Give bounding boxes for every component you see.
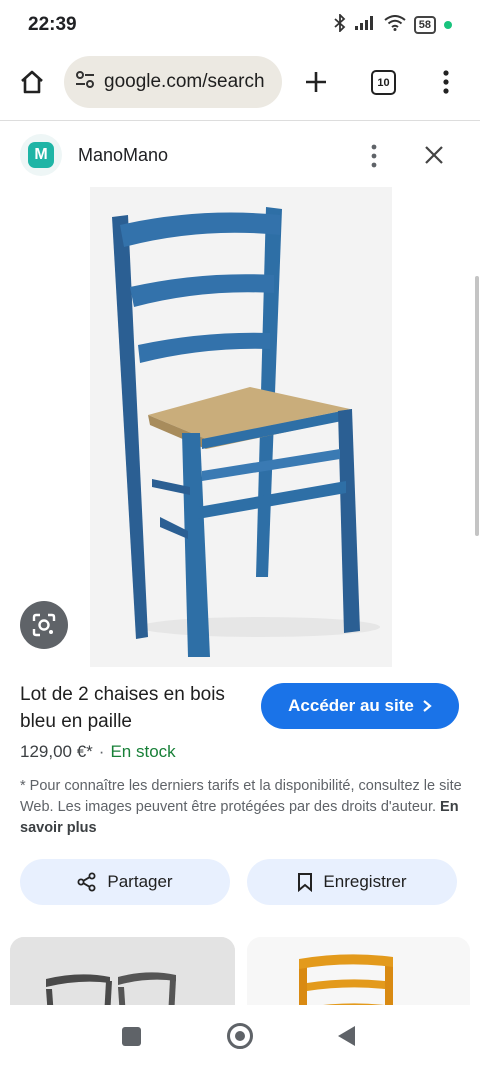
share-label: Partager [107, 872, 173, 891]
plus-icon [306, 72, 326, 92]
blue-chair-image [90, 187, 392, 667]
browser-menu-button[interactable] [432, 64, 460, 100]
share-button[interactable]: Partager [20, 859, 230, 905]
more-vert-icon [371, 144, 377, 168]
product-title: Lot de 2 chaises en bois bleu en paille [20, 684, 225, 732]
disclaimer: * Pour connaître les derniers tarifs et … [20, 776, 464, 839]
privacy-indicator-icon [444, 21, 452, 29]
stock-status: En stock [110, 742, 176, 761]
wifi-icon [384, 14, 406, 36]
visit-site-label: Accéder au site [288, 696, 414, 715]
chevron-right-icon [423, 700, 432, 712]
tab-switcher-button[interactable]: 10 [371, 70, 396, 95]
back-button[interactable] [338, 1026, 355, 1046]
browser-toolbar: google.com/search 10 [0, 50, 480, 118]
status-icons: 58 [334, 12, 452, 37]
source-logo[interactable]: M [20, 134, 62, 176]
separator: · [98, 742, 105, 761]
price: 129,00 €* [20, 742, 93, 761]
more-options-button[interactable] [362, 141, 386, 171]
address-bar[interactable]: google.com/search [64, 56, 282, 108]
bookmark-icon [298, 873, 313, 892]
url-text[interactable]: google.com/search [104, 71, 265, 93]
disclaimer-text: * Pour connaître les derniers tarifs et … [20, 778, 462, 815]
status-bar: 22:39 58 [0, 0, 480, 50]
price-row: 129,00 €* · En stock [20, 742, 176, 762]
source-row: M ManoMano [20, 133, 460, 177]
site-settings-icon[interactable] [74, 69, 96, 96]
home-button[interactable] [14, 64, 50, 100]
close-button[interactable] [418, 139, 450, 171]
signal-icon [354, 15, 376, 36]
visit-site-button[interactable]: Accéder au site [261, 683, 459, 729]
system-nav-bar [0, 1005, 480, 1067]
home-icon [21, 70, 43, 94]
recents-button[interactable] [122, 1027, 141, 1046]
google-lens-button[interactable] [20, 601, 68, 649]
lens-icon [32, 613, 56, 637]
close-icon [425, 146, 443, 164]
product-image[interactable] [90, 187, 392, 667]
battery-icon: 58 [413, 16, 436, 34]
save-button[interactable]: Enregistrer [247, 859, 457, 905]
manomano-logo-icon: M [28, 142, 54, 168]
source-name[interactable]: ManoMano [78, 145, 168, 166]
more-vert-icon [443, 70, 449, 94]
scrollbar[interactable] [475, 276, 479, 536]
bluetooth-icon [334, 12, 346, 37]
new-tab-button[interactable] [298, 64, 334, 100]
status-time: 22:39 [28, 14, 77, 35]
home-nav-button[interactable] [227, 1023, 253, 1049]
image-result-panel: M ManoMano Lot de 2 chaises en bois bleu… [0, 120, 480, 1017]
save-label: Enregistrer [323, 872, 407, 891]
share-icon [77, 872, 96, 892]
home-nav-icon [235, 1031, 245, 1041]
